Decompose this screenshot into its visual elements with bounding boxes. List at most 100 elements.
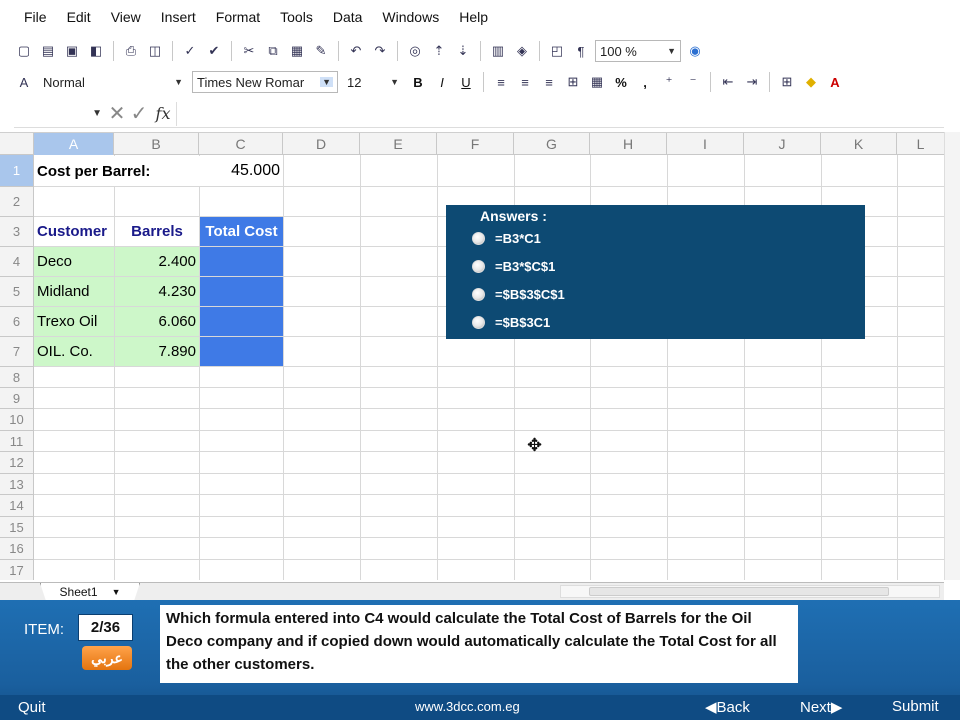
column-header-c[interactable]: C <box>199 133 283 155</box>
cell-a7[interactable]: OIL. Co. <box>34 337 114 366</box>
add-decimal-icon[interactable]: ⁺ <box>659 72 679 92</box>
font-select[interactable]: Times New Romar ▼ <box>192 71 338 93</box>
radio-button[interactable] <box>472 288 485 301</box>
format-paintbrush-icon[interactable]: ✎ <box>311 41 331 61</box>
increase-indent-icon[interactable]: ⇥ <box>742 72 762 92</box>
cell-b3[interactable]: Barrels <box>115 217 199 246</box>
zoom-select[interactable]: 100 % ▼ <box>595 40 681 62</box>
font-color-icon[interactable]: A <box>825 72 845 92</box>
column-header-d[interactable]: D <box>283 133 360 155</box>
row-header-17[interactable]: 17 <box>0 560 34 580</box>
navigator-icon[interactable]: ◰ <box>547 41 567 61</box>
column-header-f[interactable]: F <box>437 133 514 155</box>
horizontal-scrollbar[interactable] <box>560 585 940 598</box>
row-header-13[interactable]: 13 <box>0 474 34 495</box>
answer-option-1[interactable]: =B3*C1 <box>472 231 541 246</box>
answer-option-3[interactable]: =$B$3$C$1 <box>472 287 565 302</box>
row-header-3[interactable]: 3 <box>0 217 34 247</box>
vertical-scrollbar[interactable] <box>944 132 960 580</box>
sort-ascending-icon[interactable]: ⇡ <box>429 41 449 61</box>
borders-icon[interactable]: ⊞ <box>777 72 797 92</box>
draw-functions-icon[interactable]: ◈ <box>512 41 532 61</box>
underline-button[interactable]: U <box>456 72 476 92</box>
row-header-10[interactable]: 10 <box>0 409 34 431</box>
arabic-language-button[interactable]: عربي <box>82 646 132 670</box>
print-preview-icon[interactable]: ◫ <box>145 41 165 61</box>
cell-b7[interactable]: 7.890 <box>115 337 199 366</box>
function-wizard-icon[interactable]: fx <box>150 104 176 123</box>
menu-data[interactable]: Data <box>323 9 373 25</box>
sort-descending-icon[interactable]: ⇣ <box>453 41 473 61</box>
cell-c6[interactable] <box>200 307 283 336</box>
cell-a6[interactable]: Trexo Oil <box>34 307 114 336</box>
submit-button[interactable]: Submit <box>892 698 939 715</box>
formula-input[interactable] <box>176 101 944 126</box>
quit-button[interactable]: Quit <box>18 699 46 716</box>
menu-view[interactable]: View <box>101 9 151 25</box>
cut-icon[interactable]: ✂ <box>239 41 259 61</box>
menu-file[interactable]: File <box>14 9 57 25</box>
export-pdf-icon[interactable]: ◧ <box>86 41 106 61</box>
undo-icon[interactable]: ↶ <box>346 41 366 61</box>
align-center-icon[interactable]: ≡ <box>515 72 535 92</box>
row-header-7[interactable]: 7 <box>0 337 34 367</box>
cancel-icon[interactable]: ✕ <box>106 101 128 126</box>
chart-icon[interactable]: ▥ <box>488 41 508 61</box>
menu-help[interactable]: Help <box>449 9 498 25</box>
cell-c3[interactable]: Total Cost <box>200 217 283 246</box>
column-header-b[interactable]: B <box>114 133 199 155</box>
cell-b5[interactable]: 4.230 <box>115 277 199 306</box>
spreadsheet-grid[interactable]: A B C D E F G H I J K L 1 2 3 4 5 6 7 8 <box>0 132 944 580</box>
row-header-6[interactable]: 6 <box>0 307 34 337</box>
cell-c7[interactable] <box>200 337 283 366</box>
column-header-e[interactable]: E <box>360 133 437 155</box>
answer-option-2[interactable]: =B3*$C$1 <box>472 259 555 274</box>
print-icon[interactable]: ⎙ <box>121 41 141 61</box>
remove-decimal-icon[interactable]: ⁻ <box>683 72 703 92</box>
next-button[interactable]: Next▶ <box>800 698 842 716</box>
paste-icon[interactable]: ▦ <box>287 41 307 61</box>
align-left-icon[interactable]: ≡ <box>491 72 511 92</box>
back-button[interactable]: ◀Back <box>705 698 750 716</box>
bold-button[interactable]: B <box>408 72 428 92</box>
new-document-icon[interactable]: ▢ <box>14 41 34 61</box>
row-header-16[interactable]: 16 <box>0 538 34 560</box>
row-header-4[interactable]: 4 <box>0 247 34 277</box>
menu-tools[interactable]: Tools <box>270 9 323 25</box>
cell-a1[interactable]: Cost per Barrel: <box>34 156 199 186</box>
row-header-9[interactable]: 9 <box>0 388 34 409</box>
cell-b4[interactable]: 2.400 <box>115 247 199 276</box>
menu-windows[interactable]: Windows <box>372 9 449 25</box>
percent-format-button[interactable]: % <box>611 72 631 92</box>
thousands-format-button[interactable]: , <box>635 72 655 92</box>
column-header-a[interactable]: A <box>34 133 114 155</box>
cell-a5[interactable]: Midland <box>34 277 114 306</box>
row-header-2[interactable]: 2 <box>0 187 34 217</box>
accept-icon[interactable]: ✓ <box>128 101 150 126</box>
website-link[interactable]: www.3dcc.com.eg <box>415 699 520 714</box>
help-icon[interactable]: ◉ <box>685 41 705 61</box>
column-header-h[interactable]: H <box>590 133 667 155</box>
cell-c1[interactable]: 45.000 <box>199 156 283 186</box>
radio-button[interactable] <box>472 316 485 329</box>
column-header-j[interactable]: J <box>744 133 821 155</box>
styles-icon[interactable]: A <box>14 72 34 92</box>
radio-button[interactable] <box>472 260 485 273</box>
cell-a4[interactable]: Deco <box>34 247 114 276</box>
column-header-i[interactable]: I <box>667 133 744 155</box>
merge-cells-icon[interactable]: ⊞ <box>563 72 583 92</box>
row-header-15[interactable]: 15 <box>0 517 34 538</box>
row-header-1[interactable]: 1 <box>0 155 34 187</box>
row-header-11[interactable]: 11 <box>0 431 34 452</box>
copy-icon[interactable]: ⧉ <box>263 41 283 61</box>
scrollbar-thumb[interactable] <box>589 587 889 596</box>
spellcheck-icon[interactable]: ✓ <box>180 41 200 61</box>
autocheck-icon[interactable]: ✔ <box>204 41 224 61</box>
answer-option-4[interactable]: =$B$3C1 <box>472 315 550 330</box>
cell-c4[interactable] <box>200 247 283 276</box>
cell-a3[interactable]: Customer <box>34 217 114 246</box>
decrease-indent-icon[interactable]: ⇤ <box>718 72 738 92</box>
menu-edit[interactable]: Edit <box>57 9 101 25</box>
column-header-k[interactable]: K <box>821 133 897 155</box>
column-header-l[interactable]: L <box>897 133 944 155</box>
